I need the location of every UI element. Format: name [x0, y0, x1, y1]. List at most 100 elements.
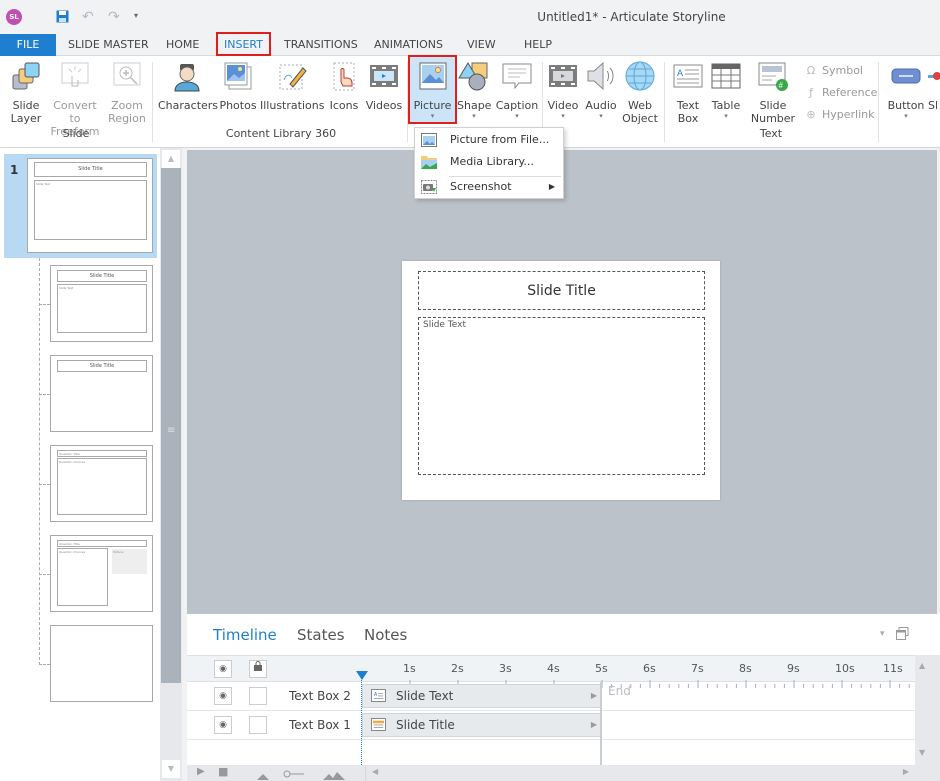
timeline-horizontal-scrollbar[interactable]: ◀ ▶	[365, 765, 915, 781]
picture-dropdown-caret[interactable]: ▾	[409, 112, 456, 120]
reference-icon: ƒ	[809, 86, 813, 99]
icons-button[interactable]: Icons	[326, 60, 362, 112]
table-button[interactable]: Table ▾	[707, 60, 745, 120]
scroll-left-button[interactable]: ◀	[372, 767, 378, 776]
slide-text-placeholder[interactable]: Slide Text	[418, 317, 705, 475]
slide-thumbnail[interactable]: Slide Title Slide Text	[27, 158, 153, 253]
stop-button[interactable]: ■	[218, 765, 228, 778]
tab-states[interactable]: States	[297, 626, 345, 644]
hyperlink-button[interactable]: ⊕ Hyperlink	[804, 107, 875, 123]
slide-title-placeholder[interactable]: Slide Title	[418, 271, 705, 310]
playhead-line	[361, 673, 362, 765]
slide-panel-scrollbar[interactable]: ≡ ▲ ▼	[160, 148, 182, 781]
table-dropdown-caret[interactable]: ▾	[707, 112, 745, 120]
zoom-region-button[interactable]: Zoom Region	[106, 60, 148, 125]
caption-label: Caption	[495, 99, 539, 112]
shape-icon	[458, 62, 488, 91]
ruler-tick-label: 1s	[403, 662, 416, 675]
visibility-eye-icon[interactable]: ◉	[214, 687, 232, 705]
timeline-bar[interactable]: Slide Title ▶	[362, 713, 601, 737]
ribbon-separator	[152, 62, 153, 142]
layout-thumbnail[interactable]: Question Title Question Choices Picture	[50, 535, 153, 612]
web-object-label-2: Object	[622, 112, 658, 125]
slide-number-label-1: Slide	[759, 99, 787, 112]
shape-label: Shape	[457, 99, 492, 112]
tab-insert[interactable]: INSERT	[216, 32, 271, 56]
video-dropdown-caret[interactable]: ▾	[545, 112, 581, 120]
layout-thumbnail[interactable]: Slide Title	[50, 355, 153, 432]
picture-button[interactable]: Picture ▾	[408, 55, 457, 124]
shape-dropdown-caret[interactable]: ▾	[457, 112, 491, 120]
web-object-button[interactable]: Web Object	[620, 60, 660, 125]
tab-help[interactable]: HELP	[516, 34, 560, 56]
video-button[interactable]: Video ▾	[545, 60, 581, 120]
slide[interactable]: Slide Title Slide Text	[402, 261, 720, 500]
photos-button[interactable]: Photos	[217, 60, 259, 112]
scroll-right-button[interactable]: ▶	[903, 767, 909, 776]
menu-item-label: Media Library...	[450, 155, 534, 168]
scroll-down-button[interactable]: ▼	[162, 760, 180, 778]
tab-view[interactable]: VIEW	[459, 34, 504, 56]
timeline-bottom-bar: ▶ ■ ◀ ▶	[187, 765, 940, 781]
caption-dropdown-caret[interactable]: ▾	[494, 112, 540, 120]
zoom-slider[interactable]	[257, 768, 347, 780]
ribbon-separator	[664, 62, 665, 142]
layout-thumbnail[interactable]: Question Title Question Choices	[50, 445, 153, 522]
scroll-up-button[interactable]: ▲	[162, 150, 180, 168]
symbol-button[interactable]: Ω Symbol	[804, 63, 863, 79]
tab-transitions[interactable]: TRANSITIONS	[276, 34, 366, 56]
videos-button[interactable]: Videos	[364, 60, 404, 112]
timeline-vertical-scrollbar[interactable]: ▲ ▼	[915, 655, 940, 765]
timeline-header: ◉ 1s 2s 3s 4s 5s 6s 7s 8s 9s 10s 11s	[187, 655, 915, 688]
expand-arrow-icon[interactable]: ▶	[591, 714, 597, 736]
play-button[interactable]: ▶	[197, 766, 205, 777]
tab-file[interactable]: FILE	[0, 34, 56, 56]
character-icon	[174, 64, 200, 92]
scroll-down-button[interactable]: ▼	[919, 748, 925, 757]
menu-item-picture-from-file[interactable]: Picture from File...	[415, 129, 563, 151]
audio-dropdown-caret[interactable]: ▾	[583, 112, 619, 120]
timeline-row[interactable]: ◉ Text Box 2 A Slide Text ▶	[187, 682, 915, 711]
scroll-up-button[interactable]: ▲	[919, 661, 925, 670]
button-button[interactable]: Button ▾	[884, 60, 928, 120]
caption-button[interactable]: Caption ▾	[494, 60, 540, 120]
audio-icon	[587, 61, 614, 91]
menu-bar: FILE SLIDE MASTER HOME INSERT TRANSITION…	[0, 32, 940, 56]
timeline-row[interactable]: ◉ Text Box 1 Slide Title ▶	[187, 711, 915, 740]
lock-checkbox[interactable]	[249, 687, 267, 705]
menu-item-media-library[interactable]: Media Library...	[415, 151, 563, 173]
layout-thumbnail[interactable]: Slide Title Slide Text	[50, 265, 153, 342]
menu-item-screenshot[interactable]: Screenshot ▶	[415, 176, 563, 198]
slide-number-button[interactable]: # Slide Number	[748, 60, 798, 125]
timeline-bar[interactable]: A Slide Text ▶	[362, 684, 601, 708]
slider-button[interactable]: Sl	[928, 60, 940, 112]
picture-file-icon	[421, 133, 437, 147]
illustrations-icon	[279, 64, 307, 90]
hyperlink-label: Hyperlink	[822, 108, 875, 121]
thumb-body: Question Choices	[57, 458, 147, 515]
playhead-handle[interactable]	[356, 671, 368, 680]
panel-options-icon[interactable]: ▾	[880, 629, 885, 639]
tab-notes[interactable]: Notes	[364, 626, 407, 644]
expand-arrow-icon[interactable]: ▶	[591, 685, 597, 707]
visibility-eye-icon[interactable]: ◉	[214, 716, 232, 734]
button-icon	[891, 68, 921, 84]
illustrations-button[interactable]: Illustrations	[260, 60, 324, 112]
end-marker[interactable]	[600, 682, 602, 765]
text-box-button[interactable]: A Text Box	[670, 60, 706, 125]
shape-button[interactable]: Shape ▾	[457, 60, 491, 120]
tab-home[interactable]: HOME	[158, 34, 207, 56]
reference-button[interactable]: ƒ Reference	[804, 85, 877, 101]
illustrations-label: Illustrations	[260, 99, 325, 112]
tab-timeline[interactable]: Timeline	[213, 626, 277, 644]
tree-line	[39, 574, 50, 575]
tab-animations[interactable]: ANIMATIONS	[366, 34, 451, 56]
characters-button[interactable]: Characters	[158, 60, 218, 112]
button-dropdown-caret[interactable]: ▾	[884, 112, 928, 120]
layout-thumbnail[interactable]	[50, 625, 153, 702]
slide-layer-button[interactable]: Slide Layer	[6, 60, 46, 125]
restore-panel-icon[interactable]	[896, 627, 909, 640]
tab-slide-master[interactable]: SLIDE MASTER	[60, 34, 157, 56]
lock-checkbox[interactable]	[249, 716, 267, 734]
audio-button[interactable]: Audio ▾	[583, 60, 619, 120]
